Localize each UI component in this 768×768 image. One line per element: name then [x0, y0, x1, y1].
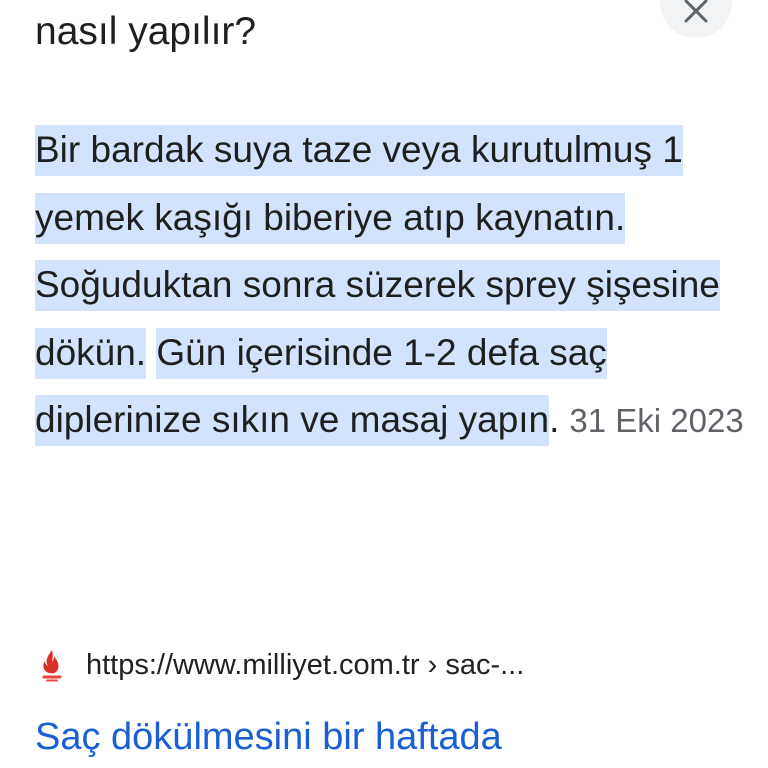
source-row[interactable]: https://www.milliyet.com.tr › sac-... [38, 640, 524, 690]
snippet-date: 31 Eki 2023 [569, 402, 744, 439]
close-icon [684, 0, 708, 23]
featured-snippet-text: Bir bardak suya taze veya kurutulmuş 1 y… [35, 116, 755, 455]
question-heading: nasıl yapılır? [35, 10, 257, 53]
snippet-end-punctuation: . [549, 399, 560, 440]
result-title-link[interactable]: Saç dökülmesini bir haftada [35, 710, 502, 764]
milliyet-flame-icon [38, 647, 66, 683]
source-url[interactable]: https://www.milliyet.com.tr › sac-... [86, 649, 524, 682]
close-button[interactable] [660, 0, 732, 38]
